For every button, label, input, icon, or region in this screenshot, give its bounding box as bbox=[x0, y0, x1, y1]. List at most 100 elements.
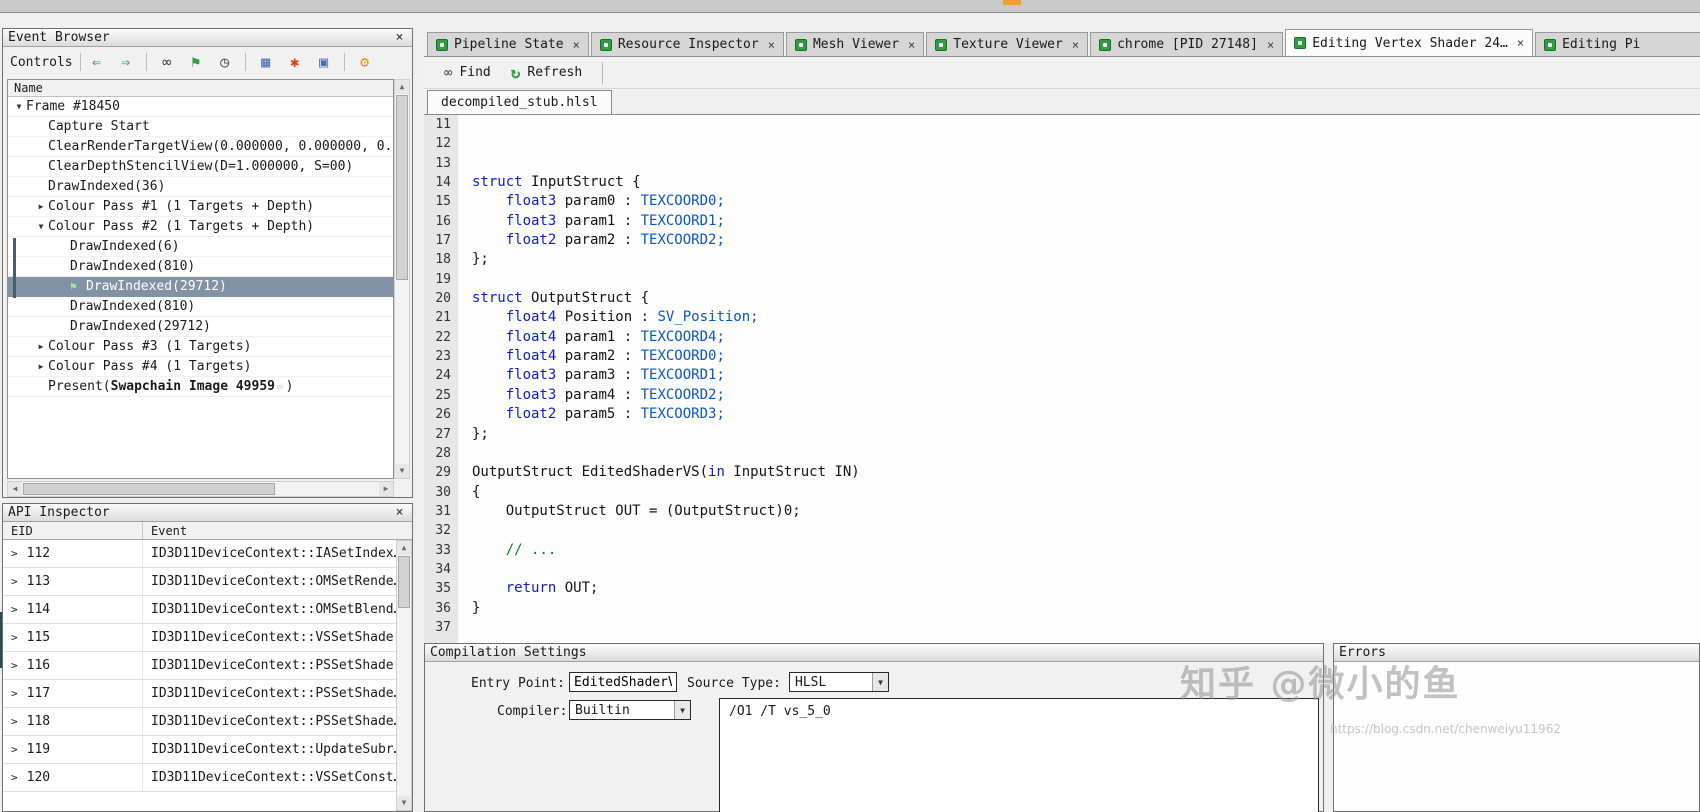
event-row[interactable]: ▶Colour Pass #1 (1 Targets + Depth) bbox=[8, 197, 393, 217]
api-inspector-titlebar[interactable]: API Inspector × bbox=[3, 504, 412, 522]
tab-close-icon[interactable]: × bbox=[1072, 38, 1079, 52]
expander-closed-icon[interactable]: > bbox=[11, 603, 18, 616]
eid-column-header[interactable]: EID bbox=[3, 522, 143, 539]
tree-name-header[interactable]: Name bbox=[8, 80, 393, 97]
prev-event-icon[interactable]: ⇐ bbox=[88, 53, 106, 71]
api-inspector-vscrollbar[interactable]: ▲ ▼ bbox=[396, 540, 412, 811]
api-row[interactable]: >115ID3D11DeviceContext::VSSetShader bbox=[3, 624, 396, 652]
event-row[interactable]: ▼Colour Pass #2 (1 Targets + Depth) bbox=[8, 217, 393, 237]
tab-editing-pi[interactable]: Editing Pi× bbox=[1535, 32, 1700, 56]
expander-closed-icon[interactable]: > bbox=[11, 771, 18, 784]
code-line[interactable]: 35 return OUT; bbox=[424, 579, 1700, 598]
tab-close-icon[interactable]: × bbox=[768, 38, 775, 52]
event-row[interactable]: DrawIndexed(810) bbox=[8, 297, 393, 317]
code-line[interactable]: 14struct InputStruct { bbox=[424, 173, 1700, 192]
close-icon[interactable]: × bbox=[392, 30, 407, 45]
scroll-thumb[interactable] bbox=[396, 95, 408, 280]
entry-point-input[interactable] bbox=[569, 672, 677, 692]
next-event-icon[interactable]: ⇒ bbox=[117, 53, 135, 71]
api-row[interactable]: >116ID3D11DeviceContext::PSSetShader bbox=[3, 652, 396, 680]
code-line[interactable]: 17 float2 param2 : TEXCOORD2; bbox=[424, 231, 1700, 250]
event-row[interactable]: ClearDepthStencilView(D=1.000000, S=00) bbox=[8, 157, 393, 177]
expander-closed-icon[interactable]: > bbox=[11, 687, 18, 700]
code-line[interactable]: 15 float3 param0 : TEXCOORD0; bbox=[424, 192, 1700, 211]
scroll-down-arrow-icon[interactable]: ▼ bbox=[395, 464, 409, 478]
expander-closed-icon[interactable]: > bbox=[11, 575, 18, 588]
code-line[interactable]: 18}; bbox=[424, 250, 1700, 269]
expander-closed-icon[interactable]: ▶ bbox=[34, 362, 48, 371]
api-row[interactable]: >112ID3D11DeviceContext::IASetIndex… bbox=[3, 540, 396, 568]
bookmark-flag-icon[interactable]: ⚑ bbox=[187, 53, 205, 71]
api-row[interactable]: >119ID3D11DeviceContext::UpdateSubr… bbox=[3, 736, 396, 764]
expander-open-icon[interactable]: ▼ bbox=[34, 222, 48, 231]
code-line[interactable]: 36} bbox=[424, 599, 1700, 618]
expander-closed-icon[interactable]: ▶ bbox=[34, 342, 48, 351]
event-row[interactable]: Present(Swapchain Image 49959∞) bbox=[8, 377, 393, 397]
api-row[interactable]: >120ID3D11DeviceContext::VSSetConst… bbox=[3, 764, 396, 792]
shader-code-editor[interactable]: 11121314struct InputStruct {15 float3 pa… bbox=[424, 114, 1700, 643]
find-button[interactable]: ∞ Find bbox=[434, 62, 501, 84]
errors-titlebar[interactable]: Errors bbox=[1334, 644, 1699, 662]
expander-closed-icon[interactable]: > bbox=[11, 715, 18, 728]
event-browser-titlebar[interactable]: Event Browser × bbox=[3, 29, 412, 47]
event-row[interactable]: DrawIndexed(36) bbox=[8, 177, 393, 197]
code-line[interactable]: 28 bbox=[424, 444, 1700, 463]
event-row[interactable]: DrawIndexed(810) bbox=[8, 257, 393, 277]
event-row[interactable]: ▼Frame #18450 bbox=[8, 97, 393, 117]
code-line[interactable]: 29OutputStruct EditedShaderVS(in InputSt… bbox=[424, 463, 1700, 482]
event-row[interactable]: DrawIndexed(29712) bbox=[8, 317, 393, 337]
chevron-down-icon[interactable]: ▼ bbox=[674, 701, 690, 719]
code-line[interactable]: 23 float4 param2 : TEXCOORD0; bbox=[424, 347, 1700, 366]
scroll-down-arrow-icon[interactable]: ▼ bbox=[397, 796, 411, 810]
tab-decompiled-stub-hlsl[interactable]: decompiled_stub.hlsl bbox=[427, 90, 612, 114]
tab-close-icon[interactable]: × bbox=[1517, 36, 1524, 50]
code-line[interactable]: 26 float2 param5 : TEXCOORD3; bbox=[424, 405, 1700, 424]
event-row[interactable]: ▶Colour Pass #4 (1 Targets) bbox=[8, 357, 393, 377]
close-icon[interactable]: × bbox=[392, 505, 407, 520]
expander-closed-icon[interactable]: > bbox=[11, 631, 18, 644]
code-line[interactable]: 16 float3 param1 : TEXCOORD1; bbox=[424, 212, 1700, 231]
source-type-select[interactable]: HLSL ▼ bbox=[789, 672, 889, 692]
api-row[interactable]: >114ID3D11DeviceContext::OMSetBlend… bbox=[3, 596, 396, 624]
api-row[interactable]: >118ID3D11DeviceContext::PSSetShade… bbox=[3, 708, 396, 736]
code-line[interactable]: 33 // ... bbox=[424, 541, 1700, 560]
code-line[interactable]: 20struct OutputStruct { bbox=[424, 289, 1700, 308]
compile-args-input[interactable]: /O1 /T vs_5_0 bbox=[719, 698, 1319, 812]
code-line[interactable]: 30{ bbox=[424, 483, 1700, 502]
save-events-icon[interactable]: ▣ bbox=[315, 53, 333, 71]
code-line[interactable]: 24 float3 param3 : TEXCOORD1; bbox=[424, 366, 1700, 385]
event-row[interactable]: ▶Colour Pass #3 (1 Targets) bbox=[8, 337, 393, 357]
event-browser-hscrollbar[interactable]: ◀ ▶ bbox=[7, 481, 394, 497]
refresh-button[interactable]: ↻ Refresh bbox=[501, 60, 592, 85]
tab-pipeline-state[interactable]: Pipeline State× bbox=[427, 32, 589, 56]
tab-close-icon[interactable]: × bbox=[908, 38, 915, 52]
expander-closed-icon[interactable]: > bbox=[11, 743, 18, 756]
compilation-settings-titlebar[interactable]: Compilation Settings bbox=[425, 644, 1323, 662]
expander-closed-icon[interactable]: > bbox=[11, 659, 18, 672]
tab-texture-viewer[interactable]: Texture Viewer× bbox=[926, 32, 1088, 56]
scroll-up-arrow-icon[interactable]: ▲ bbox=[397, 541, 411, 555]
find-event-icon[interactable]: ∞ bbox=[158, 53, 176, 71]
event-row[interactable]: DrawIndexed(6) bbox=[8, 237, 393, 257]
scroll-right-arrow-icon[interactable]: ▶ bbox=[379, 482, 393, 496]
scroll-up-arrow-icon[interactable]: ▲ bbox=[395, 80, 409, 94]
code-line[interactable]: 25 float3 param4 : TEXCOORD2; bbox=[424, 386, 1700, 405]
event-row[interactable]: ClearRenderTargetView(0.000000, 0.000000… bbox=[8, 137, 393, 157]
code-line[interactable]: 27}; bbox=[424, 425, 1700, 444]
tab-resource-inspector[interactable]: Resource Inspector× bbox=[591, 32, 784, 56]
scroll-thumb[interactable] bbox=[23, 483, 275, 495]
code-line[interactable]: 13 bbox=[424, 154, 1700, 173]
api-row[interactable]: >113ID3D11DeviceContext::OMSetRende… bbox=[3, 568, 396, 596]
expander-closed-icon[interactable]: ▶ bbox=[34, 202, 48, 211]
tab-chrome-pid-27148[interactable]: chrome [PID 27148]× bbox=[1090, 32, 1283, 56]
code-line[interactable]: 12 bbox=[424, 134, 1700, 153]
api-row[interactable]: >117ID3D11DeviceContext::PSSetShade… bbox=[3, 680, 396, 708]
expander-closed-icon[interactable]: > bbox=[11, 547, 18, 560]
scroll-thumb[interactable] bbox=[398, 556, 410, 608]
code-line[interactable]: 21 float4 Position : SV_Position; bbox=[424, 308, 1700, 327]
event-column-header[interactable]: Event bbox=[143, 524, 187, 538]
event-row[interactable]: Capture Start bbox=[8, 117, 393, 137]
tab-close-icon[interactable]: × bbox=[573, 38, 580, 52]
tab-editing-vertex-shader-24[interactable]: Editing Vertex Shader 24…× bbox=[1285, 29, 1533, 56]
code-line[interactable]: 37 bbox=[424, 618, 1700, 637]
